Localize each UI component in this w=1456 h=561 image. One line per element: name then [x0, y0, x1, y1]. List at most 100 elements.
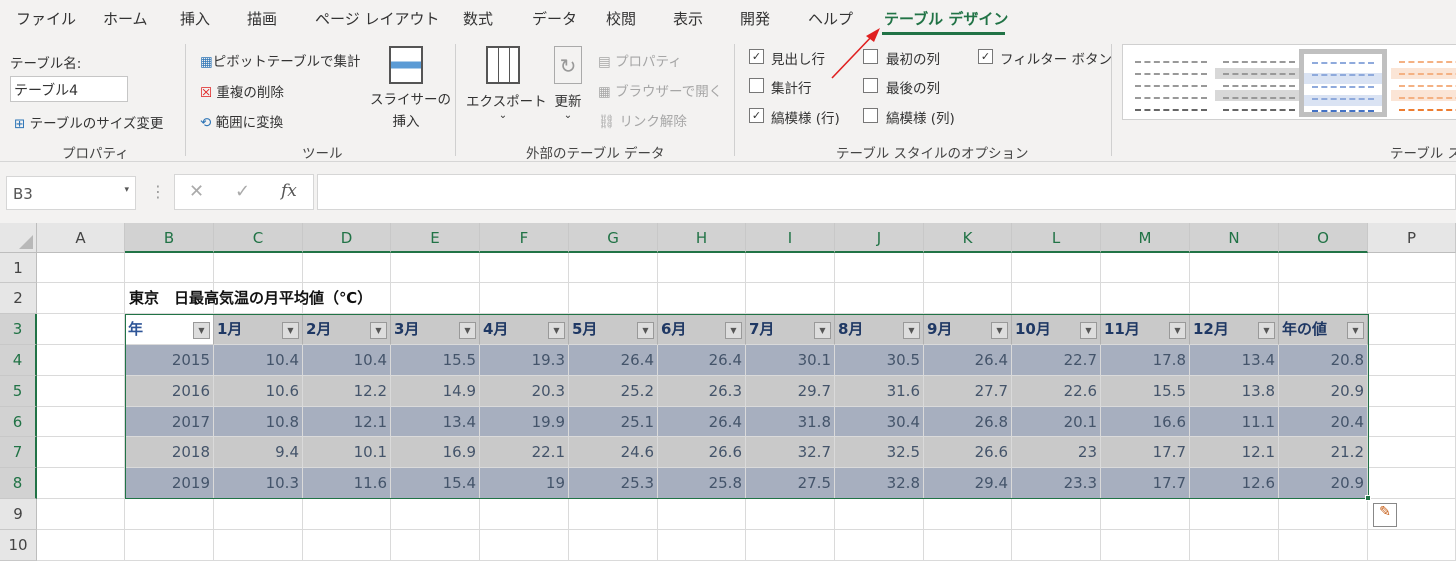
external-properties-button[interactable]: ▤ プロパティ: [598, 50, 682, 70]
table-cell[interactable]: 19.3: [480, 345, 569, 376]
table-cell[interactable]: 14.9: [391, 376, 480, 407]
cell[interactable]: [1279, 530, 1368, 561]
table-cell[interactable]: 30.4: [835, 407, 924, 437]
table-cell[interactable]: 12.1: [1190, 437, 1279, 468]
quick-analysis-icon[interactable]: ✎: [1373, 503, 1397, 527]
filter-dropdown-icon[interactable]: ▼: [548, 322, 565, 339]
cell[interactable]: [835, 283, 924, 314]
table-cell[interactable]: 13.8: [1190, 376, 1279, 407]
table-cell[interactable]: 2015: [125, 345, 214, 376]
cell[interactable]: [37, 345, 125, 376]
cell[interactable]: [391, 253, 480, 283]
name-box[interactable]: B3 ▾: [6, 176, 136, 210]
table-header-cell[interactable]: 4月 ▼: [480, 314, 569, 345]
tab-home[interactable]: ホーム: [103, 8, 148, 29]
cell[interactable]: [1012, 530, 1101, 561]
table-header-cell[interactable]: 2月 ▼: [303, 314, 391, 345]
table-cell[interactable]: 32.8: [835, 468, 924, 499]
row-header-4[interactable]: 4: [0, 345, 37, 376]
banded-rows-checkbox[interactable]: ✓: [749, 108, 764, 123]
chevron-down-icon[interactable]: ▾: [124, 185, 129, 195]
table-cell[interactable]: 25.1: [569, 407, 658, 437]
table-cell[interactable]: 19: [480, 468, 569, 499]
total-row-checkbox[interactable]: [749, 78, 764, 93]
row-header-9[interactable]: 9: [0, 499, 37, 530]
column-header-F[interactable]: F: [480, 223, 569, 253]
cell[interactable]: [37, 437, 125, 468]
convert-to-range-button[interactable]: ⟲ 範囲に変換: [200, 111, 283, 131]
cell[interactable]: [658, 253, 746, 283]
table-header-cell[interactable]: 7月 ▼: [746, 314, 835, 345]
table-header-cell[interactable]: 5月 ▼: [569, 314, 658, 345]
cell[interactable]: [924, 253, 1012, 283]
table-cell[interactable]: 10.4: [303, 345, 391, 376]
tab-draw[interactable]: 描画: [247, 8, 277, 29]
cell[interactable]: [924, 283, 1012, 314]
cell[interactable]: [746, 530, 835, 561]
column-header-G[interactable]: G: [569, 223, 658, 253]
cell[interactable]: [480, 499, 569, 530]
column-header-M[interactable]: M: [1101, 223, 1190, 253]
table-header-cell[interactable]: 年 ▼: [125, 314, 214, 345]
cell[interactable]: [746, 499, 835, 530]
row-header-6[interactable]: 6: [0, 407, 37, 437]
table-cell[interactable]: 10.6: [214, 376, 303, 407]
cell[interactable]: [37, 314, 125, 345]
table-header-cell[interactable]: 9月 ▼: [924, 314, 1012, 345]
table-cell[interactable]: 20.1: [1012, 407, 1101, 437]
table-cell[interactable]: 15.5: [391, 345, 480, 376]
row-header-2[interactable]: 2: [0, 283, 37, 314]
enter-check-icon[interactable]: ✓: [235, 181, 250, 202]
table-cell[interactable]: 22.6: [1012, 376, 1101, 407]
table-style-light-gray[interactable]: [1215, 49, 1303, 117]
table-cell[interactable]: 11.1: [1190, 407, 1279, 437]
column-header-B[interactable]: B: [125, 223, 214, 253]
table-cell[interactable]: 19.9: [480, 407, 569, 437]
cell[interactable]: [1012, 499, 1101, 530]
open-in-browser-button[interactable]: ▦ ブラウザーで開く: [598, 80, 722, 100]
cell[interactable]: [480, 253, 569, 283]
table-header-cell[interactable]: 11月 ▼: [1101, 314, 1190, 345]
resize-table-button[interactable]: ⊞ テーブルのサイズ変更: [14, 112, 163, 132]
table-cell[interactable]: 26.4: [658, 407, 746, 437]
insert-slicer-button[interactable]: スライサーの 挿入: [370, 44, 451, 132]
filter-dropdown-icon[interactable]: ▼: [370, 322, 387, 339]
table-cell[interactable]: 24.6: [569, 437, 658, 468]
table-cell[interactable]: 11.6: [303, 468, 391, 499]
table-cell[interactable]: 2019: [125, 468, 214, 499]
filter-dropdown-icon[interactable]: ▼: [1169, 322, 1186, 339]
column-header-C[interactable]: C: [214, 223, 303, 253]
table-cell[interactable]: 20.4: [1279, 407, 1368, 437]
row-header-10[interactable]: 10: [0, 530, 37, 561]
table-cell[interactable]: 2017: [125, 407, 214, 437]
remove-duplicates-button[interactable]: ☒ 重複の削除: [200, 81, 284, 101]
row-header-5[interactable]: 5: [0, 376, 37, 407]
table-cell[interactable]: 32.5: [835, 437, 924, 468]
table-header-cell[interactable]: 8月 ▼: [835, 314, 924, 345]
table-cell[interactable]: 25.3: [569, 468, 658, 499]
table-cell[interactable]: 29.7: [746, 376, 835, 407]
row-header-7[interactable]: 7: [0, 437, 37, 468]
cell[interactable]: [214, 253, 303, 283]
table-cell[interactable]: 10.4: [214, 345, 303, 376]
cell[interactable]: [835, 530, 924, 561]
table-cell[interactable]: 12.2: [303, 376, 391, 407]
table-cell[interactable]: 17.8: [1101, 345, 1190, 376]
column-header-P[interactable]: P: [1368, 223, 1456, 253]
cell[interactable]: [480, 530, 569, 561]
banded-columns-checkbox[interactable]: [863, 108, 878, 123]
table-cell[interactable]: 30.1: [746, 345, 835, 376]
tab-insert[interactable]: 挿入: [180, 8, 210, 29]
cell[interactable]: [1368, 253, 1456, 283]
cell[interactable]: [1101, 530, 1190, 561]
tab-file[interactable]: ファイル: [16, 8, 76, 29]
tab-formulas[interactable]: 数式: [463, 8, 493, 29]
table-header-cell[interactable]: 1月 ▼: [214, 314, 303, 345]
cell[interactable]: [569, 530, 658, 561]
cell[interactable]: [1368, 376, 1456, 407]
cell[interactable]: [658, 530, 746, 561]
table-cell[interactable]: 2016: [125, 376, 214, 407]
filter-dropdown-icon[interactable]: ▼: [282, 322, 299, 339]
refresh-button[interactable]: ↻ 更新 ⌄: [548, 44, 588, 134]
tab-table-design[interactable]: テーブル デザイン: [884, 8, 1008, 29]
